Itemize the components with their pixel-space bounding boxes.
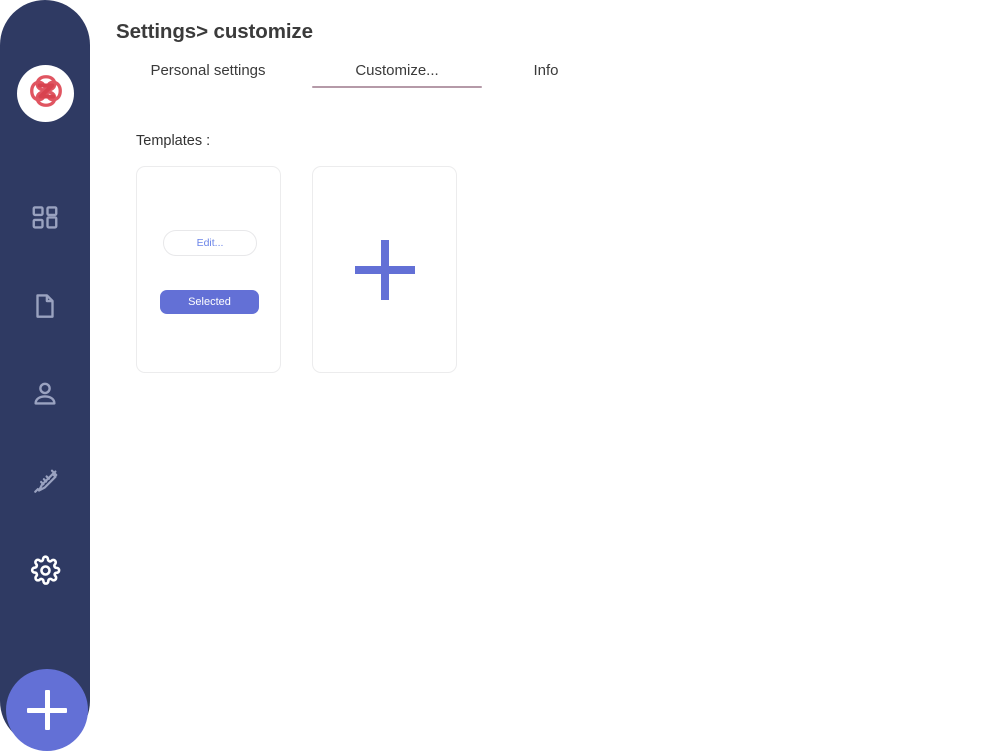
selected-template-button[interactable]: Selected [160,290,259,314]
tab-personal-settings[interactable]: Personal settings [138,62,278,79]
app-logo [17,65,74,122]
sidebar-item-dashboard[interactable] [0,190,90,246]
dashboard-grid-icon [30,203,60,233]
add-template-card[interactable] [312,166,457,373]
tab-label: Personal settings [150,62,266,79]
sidebar-item-patients[interactable] [0,366,90,422]
edit-button-label: Edit... [196,237,224,249]
selected-button-label: Selected [188,296,231,308]
page-title: Settings> customize [116,20,313,43]
interlocking-knot-logo-icon [27,72,65,115]
gear-icon [30,554,61,586]
document-icon [30,291,60,321]
sidebar-item-settings[interactable] [0,542,90,598]
syringe-icon [30,467,60,497]
sidebar-item-documents[interactable] [0,278,90,334]
plus-icon [313,167,456,372]
templates-label: Templates : [136,133,211,149]
main-content: Settings> customize Personal settings Cu… [90,0,984,754]
template-card[interactable]: Edit... Selected [136,166,281,373]
plus-icon-vertical [44,690,50,730]
sidebar [0,0,90,751]
tab-info[interactable]: Info [516,62,576,79]
add-floating-action-button[interactable] [6,669,88,751]
active-tab-underline [312,86,482,88]
tab-customize[interactable]: Customize... [312,62,482,88]
edit-template-button[interactable]: Edit... [163,230,257,256]
tab-label: Info [533,62,559,79]
sidebar-item-treatments[interactable] [0,454,90,510]
plus-icon-vertical [380,239,389,300]
person-icon [30,379,60,409]
tab-bar: Personal settings Customize... Info [116,62,596,96]
tab-label: Customize... [355,62,439,79]
